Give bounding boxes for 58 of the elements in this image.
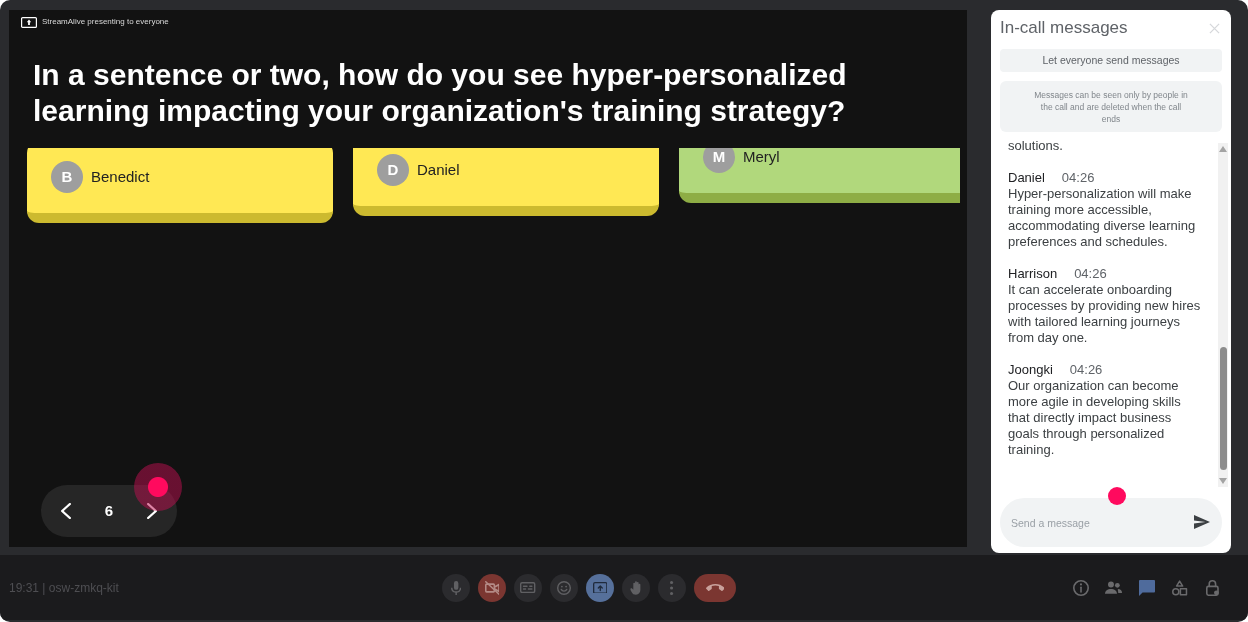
send-permission-button[interactable]: Let everyone send messages	[1000, 49, 1222, 72]
screen-share-icon	[21, 16, 37, 28]
more-icon	[670, 580, 674, 595]
privacy-notice: Messages can be seen only by people in the call and are deleted when the call ends	[1000, 81, 1222, 132]
participant-name: Meryl	[743, 148, 780, 166]
reactions-button[interactable]	[550, 573, 578, 602]
shapes-icon	[1172, 579, 1188, 596]
captions-button[interactable]	[514, 573, 542, 602]
more-options-button[interactable]	[658, 573, 686, 602]
scroll-down-icon	[1219, 478, 1227, 484]
laser-pointer-icon	[1108, 487, 1126, 505]
message-author: Harrison	[1008, 266, 1058, 282]
participant-name: Daniel	[417, 161, 460, 179]
message-text: Hyper-personalization will make training more accessible, accommodating diverse learning preferences and schedules.	[1008, 186, 1197, 250]
camera-button[interactable]	[478, 573, 506, 602]
message-author: Joongki	[1008, 362, 1053, 378]
scroll-up-icon	[1219, 146, 1227, 152]
message-time: 04:26	[1061, 170, 1095, 186]
camera-off-icon	[484, 580, 500, 595]
chevron-right-icon	[147, 503, 157, 519]
smiley-icon	[557, 580, 571, 595]
message-text: It can accelerate onboarding processes by providing new hires with tailored learning journeys from day one.	[1008, 282, 1202, 346]
avatar: M	[703, 148, 735, 173]
hand-icon	[630, 580, 642, 595]
chevron-left-icon	[61, 503, 71, 519]
people-icon	[1105, 581, 1123, 594]
raise-hand-button[interactable]	[622, 573, 650, 602]
send-icon	[1194, 515, 1210, 529]
question-heading: In a sentence or two, how do you see hyper-personalized learning impacting your organization's training strategy?	[33, 57, 848, 129]
lock-icon	[1206, 579, 1220, 596]
phone-icon	[705, 584, 725, 591]
scrollbar[interactable]	[1218, 143, 1228, 487]
laser-pointer-icon	[134, 463, 182, 511]
leave-call-button[interactable]	[694, 573, 736, 602]
next-button[interactable]	[147, 503, 157, 519]
previous-button[interactable]	[61, 503, 71, 519]
message-author: Daniel	[1008, 170, 1045, 186]
send-button[interactable]	[1194, 515, 1210, 529]
message-time: 04:26	[1074, 266, 1107, 282]
chat-icon	[1139, 579, 1155, 596]
info-icon	[1073, 579, 1089, 596]
page-number: 6	[104, 500, 114, 521]
presenter-banner-text: StreamAlive presenting to everyone	[42, 16, 169, 28]
present-screen-icon	[592, 581, 608, 594]
captions-icon	[520, 581, 536, 594]
message-text: solutions.	[1008, 138, 1064, 154]
microphone-button[interactable]	[442, 573, 470, 602]
avatar: B	[51, 161, 83, 193]
microphone-icon	[450, 580, 462, 595]
message-time: 04:26	[1069, 362, 1103, 378]
panel-title: In-call messages	[1000, 18, 1128, 38]
avatar: D	[377, 154, 409, 186]
participant-name: Benedict	[91, 168, 150, 186]
close-icon	[1209, 22, 1220, 34]
present-button[interactable]	[586, 573, 614, 602]
scrollbar-thumb[interactable]	[1219, 347, 1227, 470]
message-text: Our organization can become more agile in developing skills that directly impact business goals through personalized training.	[1008, 378, 1182, 458]
message-input[interactable]: Send a message	[1000, 498, 1222, 547]
